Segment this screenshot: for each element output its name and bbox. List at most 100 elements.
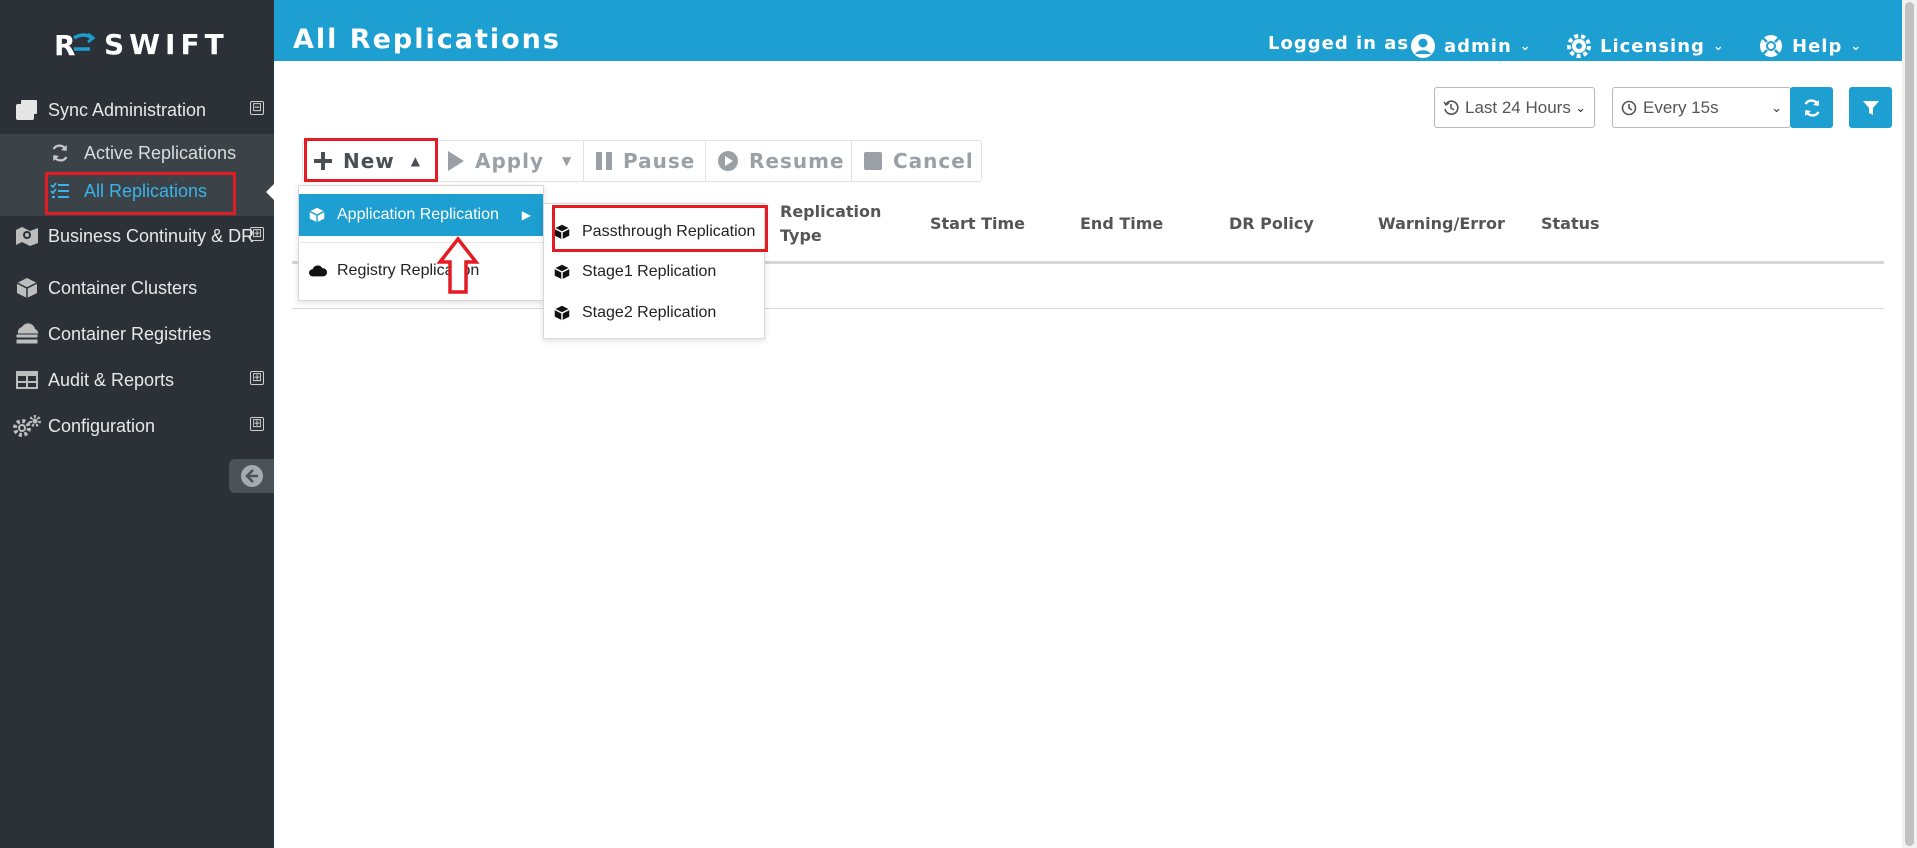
plus-icon bbox=[313, 151, 333, 171]
refresh-interval-select[interactable]: Every 15s ⌄ bbox=[1612, 87, 1791, 128]
menu-item-application-replication[interactable]: Application Replication ▶ bbox=[299, 194, 543, 236]
chevron-down-icon: ⌄ bbox=[1575, 100, 1586, 115]
pause-label: Pause bbox=[623, 149, 696, 173]
column-header-replication-type[interactable]: Replication Type bbox=[780, 200, 881, 248]
menu-item-stage1-replication[interactable]: Stage1 Replication bbox=[544, 252, 764, 292]
sidebar-item-label: Sync Administration bbox=[48, 99, 207, 120]
column-header-dr-policy[interactable]: DR Policy bbox=[1229, 212, 1314, 236]
column-header-line: Type bbox=[780, 226, 822, 245]
sidebar-item-business-continuity[interactable]: Business Continuity & DR ⊞ bbox=[0, 216, 274, 256]
annotation-up-arrow-icon bbox=[436, 236, 480, 294]
sidebar-item-audit-reports[interactable]: Audit & Reports ⊞ bbox=[0, 360, 274, 400]
stop-icon bbox=[863, 151, 883, 171]
column-header-start-time[interactable]: Start Time bbox=[930, 212, 1025, 236]
menu-item-label: Application Replication bbox=[337, 206, 499, 223]
user-name: admin bbox=[1444, 35, 1512, 57]
arrow-left-circle-icon bbox=[240, 465, 263, 487]
vertical-scrollbar[interactable] bbox=[1902, 0, 1917, 848]
menu-item-stage2-replication[interactable]: Stage2 Replication bbox=[544, 293, 764, 333]
time-range-select[interactable]: Last 24 Hours ⌄ bbox=[1434, 87, 1595, 128]
sidebar-item-label: Container Registries bbox=[48, 323, 212, 344]
cube-icon bbox=[12, 276, 42, 300]
refresh-icon bbox=[1803, 98, 1820, 117]
menu-item-registry-replication[interactable]: Registry Replication bbox=[299, 250, 543, 292]
brand-logo[interactable]: R SWIFT bbox=[52, 26, 229, 63]
resume-label: Resume bbox=[749, 149, 845, 173]
chevron-down-icon: ⌄ bbox=[1850, 38, 1863, 54]
resume-button[interactable]: Resume bbox=[717, 141, 845, 181]
sidebar-item-active-replications[interactable]: Active Replications bbox=[0, 134, 274, 172]
time-range-value: Last 24 Hours bbox=[1465, 97, 1571, 117]
logo-mark: R bbox=[52, 29, 100, 62]
pause-button[interactable]: Pause bbox=[595, 141, 695, 181]
play-icon bbox=[447, 150, 465, 172]
column-header-status[interactable]: Status bbox=[1541, 212, 1600, 236]
toolbar-divider bbox=[437, 141, 438, 181]
menu-item-passthrough-replication[interactable]: Passthrough Replication bbox=[544, 212, 764, 252]
sidebar-item-label: Audit & Reports bbox=[48, 369, 175, 390]
sidebar-item-label: All Replications bbox=[84, 180, 208, 201]
clock-icon bbox=[1621, 100, 1637, 116]
cloud-server-icon bbox=[12, 322, 42, 346]
cloud-icon bbox=[309, 264, 327, 278]
user-menu[interactable]: admin ⌄ bbox=[1410, 33, 1532, 59]
play-circle-icon bbox=[717, 150, 739, 172]
scrollbar-thumb[interactable] bbox=[1905, 2, 1914, 846]
cube-icon bbox=[554, 264, 572, 280]
list-check-icon bbox=[50, 182, 74, 200]
sidebar-collapse-button[interactable] bbox=[229, 459, 274, 493]
menu-item-label: Passthrough Replication bbox=[582, 223, 756, 240]
expand-icon[interactable]: ⊞ bbox=[250, 227, 264, 241]
application-replication-submenu: Passthrough Replication Stage1 Replicati… bbox=[543, 203, 765, 339]
windows-icon bbox=[12, 98, 42, 122]
menu-item-label: Stage1 Replication bbox=[582, 263, 717, 280]
caret-down-icon: ▼ bbox=[562, 154, 573, 168]
user-circle-icon bbox=[1411, 34, 1435, 58]
cube-icon bbox=[554, 224, 572, 240]
caret-right-icon: ▶ bbox=[521, 208, 531, 222]
collapse-icon[interactable]: ⊟ bbox=[250, 101, 264, 115]
logged-in-text: Logged in as bbox=[1268, 33, 1410, 54]
action-toolbar: New ▲ Apply ▼ Pause Resume Cancel bbox=[302, 140, 982, 182]
filter-button[interactable] bbox=[1849, 87, 1892, 128]
caret-up-icon: ▲ bbox=[410, 154, 422, 168]
menu-divider bbox=[299, 242, 543, 243]
apply-button[interactable]: Apply ▼ bbox=[447, 141, 572, 181]
pause-icon bbox=[595, 151, 613, 171]
brand-name: SWIFT bbox=[104, 27, 229, 61]
expand-icon[interactable]: ⊞ bbox=[250, 417, 264, 431]
expand-icon[interactable]: ⊞ bbox=[250, 371, 264, 385]
sidebar-item-label: Business Continuity & DR bbox=[48, 225, 255, 246]
help-label: Help bbox=[1792, 35, 1843, 57]
table-row-divider bbox=[292, 308, 1884, 309]
sidebar-item-all-replications[interactable]: All Replications bbox=[0, 172, 274, 210]
sidebar-item-configuration[interactable]: Configuration ⊞ bbox=[0, 406, 274, 446]
gear-icon bbox=[1567, 34, 1591, 58]
column-header-line: Replication bbox=[780, 202, 882, 221]
gears-icon bbox=[12, 414, 42, 438]
cube-icon bbox=[554, 305, 572, 321]
refresh-button[interactable] bbox=[1790, 87, 1833, 128]
chevron-down-icon: ⌄ bbox=[1712, 38, 1725, 54]
sidebar: R SWIFT Sync Administration ⊟ Active Rep… bbox=[0, 0, 274, 848]
sidebar-item-container-registries[interactable]: Container Registries bbox=[0, 314, 274, 354]
new-dropdown-menu: Application Replication ▶ Registry Repli… bbox=[298, 185, 544, 301]
chevron-down-icon: ⌄ bbox=[1519, 38, 1532, 54]
cancel-button[interactable]: Cancel bbox=[863, 141, 974, 181]
table-icon bbox=[12, 368, 42, 392]
menu-item-label: Stage2 Replication bbox=[582, 304, 717, 321]
filter-icon bbox=[1862, 100, 1879, 115]
history-icon bbox=[1443, 99, 1459, 116]
new-button[interactable]: New ▲ bbox=[313, 141, 421, 181]
sidebar-item-sync-administration[interactable]: Sync Administration ⊟ bbox=[0, 90, 274, 130]
column-header-warning-error[interactable]: Warning/Error bbox=[1378, 212, 1505, 236]
licensing-menu[interactable]: Licensing ⌄ bbox=[1566, 33, 1725, 59]
chevron-down-icon: ⌄ bbox=[1771, 100, 1782, 115]
lifebuoy-icon bbox=[1760, 35, 1782, 57]
help-menu[interactable]: Help ⌄ bbox=[1758, 33, 1862, 59]
apply-label: Apply bbox=[475, 149, 545, 173]
sidebar-item-container-clusters[interactable]: Container Clusters bbox=[0, 268, 274, 308]
column-header-end-time[interactable]: End Time bbox=[1080, 212, 1163, 236]
refresh-icon bbox=[50, 143, 74, 163]
sidebar-item-label: Configuration bbox=[48, 415, 156, 436]
